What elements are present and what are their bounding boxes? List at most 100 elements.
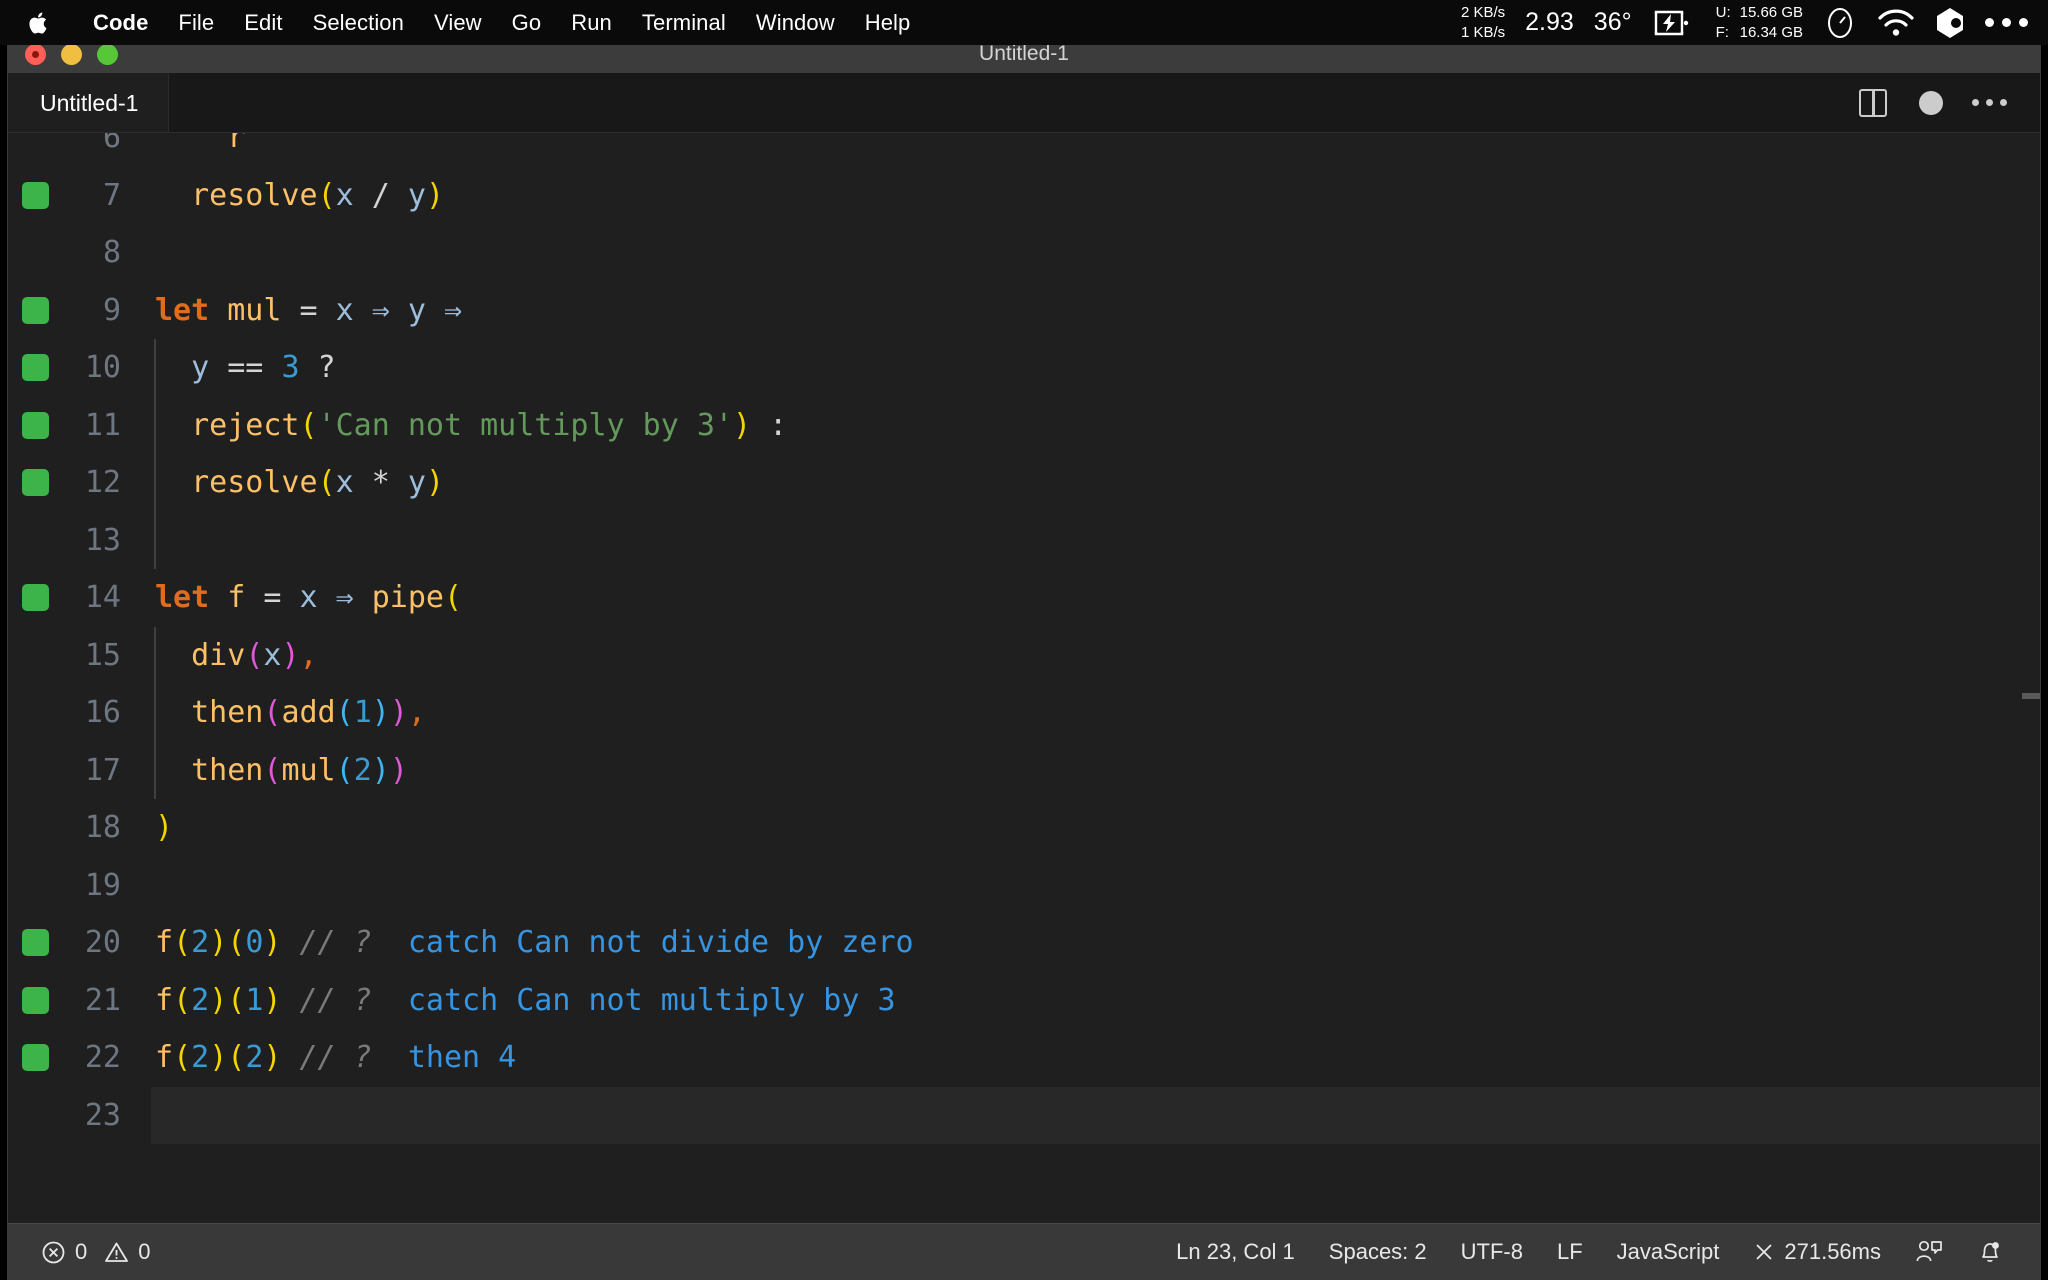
code-line[interactable]: 13 [8, 511, 2040, 569]
temperature-indicator[interactable]: 36° [1594, 8, 1632, 37]
battery-charging-icon[interactable] [1652, 10, 1696, 36]
code-line[interactable]: 22 f(2)(2) // ? then 4 [8, 1029, 2040, 1087]
code-line[interactable]: 12 resolve(x * y) [8, 454, 2040, 512]
code-line[interactable]: 23 [8, 1086, 2040, 1144]
runtime-status[interactable]: 271.56ms [1736, 1239, 1898, 1265]
notifications-status[interactable] [1960, 1239, 2020, 1265]
code-line-content[interactable]: then(mul(2)) [151, 741, 2040, 799]
code-line-content[interactable]: y == 3 ? [151, 339, 2040, 397]
menu-view[interactable]: View [419, 10, 497, 36]
code-line[interactable]: 7 resolve(x / y) [8, 167, 2040, 225]
menu-file[interactable]: File [163, 10, 229, 36]
gutter-breakpoint-marker[interactable] [22, 469, 49, 497]
code-line-content[interactable] [151, 224, 2040, 282]
editor-vertical-scrollbar[interactable] [2022, 693, 2040, 699]
more-actions-button[interactable] [1960, 74, 2018, 132]
more-dots-icon[interactable] [1985, 18, 2028, 27]
minimize-window-button[interactable] [61, 43, 82, 65]
code-line[interactable]: 16 then(add(1)), [8, 684, 2040, 742]
code-line[interactable]: 11 reject('Can not multiply by 3') : [8, 396, 2040, 454]
close-window-button[interactable] [25, 43, 46, 65]
code-tokens: div(x), [155, 638, 317, 673]
gutter-breakpoint-marker[interactable] [22, 181, 49, 209]
memory-usage-indicator[interactable]: U: F: 15.66 GB 16.34 GB [1716, 3, 1803, 41]
code-line-content[interactable]: let f = x ⇒ pipe( [151, 569, 2040, 627]
code-line-content[interactable]: div(x), [151, 626, 2040, 684]
code-token: 2 [191, 982, 210, 1018]
apple-logo-icon[interactable] [26, 8, 52, 38]
record-button[interactable] [1902, 74, 1960, 132]
clock-icon[interactable] [1823, 6, 1857, 40]
eol-status[interactable]: LF [1540, 1239, 1600, 1265]
wifi-icon[interactable] [1877, 8, 1915, 38]
status-bar: 0 0 Ln 23, Col 1 Spaces: 2 UTF-8 LF Java… [8, 1223, 2040, 1280]
window-title: Untitled-1 [979, 42, 1069, 65]
code-line[interactable]: 9 let mul = x ⇒ y ⇒ [8, 282, 2040, 340]
code-line-content[interactable]: reject('Can not multiply by 3') : [151, 396, 2040, 454]
menu-selection[interactable]: Selection [298, 10, 419, 36]
code-line[interactable]: 14 let f = x ⇒ pipe( [8, 569, 2040, 627]
menu-help[interactable]: Help [850, 10, 926, 36]
gutter-breakpoint-marker[interactable] [22, 1044, 49, 1072]
bell-dot-icon [1977, 1239, 2003, 1265]
split-editor-button[interactable] [1844, 74, 1902, 132]
code-line-content[interactable]: f(2)(1) // ? catch Can not multiply by 3 [151, 972, 2040, 1030]
code-line[interactable]: 10 y == 3 ? [8, 339, 2040, 397]
gutter-breakpoint-marker[interactable] [22, 986, 49, 1014]
code-line[interactable]: 15 div(x), [8, 626, 2040, 684]
gutter-breakpoint-marker[interactable] [22, 929, 49, 957]
code-line-content[interactable]: f(2)(2) // ? then 4 [151, 1029, 2040, 1087]
menu-code[interactable]: Code [78, 10, 163, 36]
status-bar-left: 0 0 [8, 1239, 168, 1265]
code-token: ) [209, 1040, 228, 1076]
cpu-load-indicator[interactable]: 2.93 [1525, 8, 1574, 37]
code-token: reject [191, 407, 300, 443]
code-line-content[interactable]: ) [151, 799, 2040, 857]
code-line[interactable]: 18) [8, 799, 2040, 857]
network-speed-indicator[interactable]: 2 KB/s 1 KB/s [1461, 3, 1505, 41]
code-tokens: f(2)(1) // ? catch Can not multiply by 3 [155, 983, 896, 1018]
code-line-content[interactable]: f(2)(0) // ? catch Can not divide by zer… [151, 914, 2040, 972]
control-center-icon[interactable] [1935, 7, 1965, 39]
tab-untitled-1[interactable]: Untitled-1 [8, 73, 170, 132]
menu-terminal[interactable]: Terminal [627, 10, 741, 36]
code-line-content[interactable]: r [151, 133, 2040, 167]
encoding-status[interactable]: UTF-8 [1444, 1239, 1540, 1265]
more-actions-icon [1971, 99, 2007, 106]
traffic-light-buttons [8, 43, 118, 65]
code-token: let [155, 292, 210, 328]
gutter-breakpoint-marker[interactable] [22, 584, 49, 612]
code-line-content[interactable]: resolve(x / y) [151, 167, 2040, 225]
gutter-breakpoint-marker[interactable] [22, 296, 49, 324]
code-line-content[interactable] [151, 857, 2040, 915]
code-token: : [751, 407, 788, 443]
remote-account-status[interactable] [1898, 1239, 1960, 1265]
code-line-content[interactable] [151, 1086, 2040, 1144]
code-line[interactable]: 8 [8, 224, 2040, 282]
indentation-status[interactable]: Spaces: 2 [1312, 1239, 1444, 1265]
code-line-content[interactable]: resolve(x * y) [151, 454, 2040, 512]
gutter-breakpoint-marker[interactable] [22, 354, 49, 382]
zoom-window-button[interactable] [97, 43, 118, 65]
code-token: ( [263, 752, 282, 788]
code-line-content[interactable]: let mul = x ⇒ y ⇒ [151, 282, 2040, 340]
code-line-content[interactable]: then(add(1)), [151, 684, 2040, 742]
code-line[interactable]: 21 f(2)(1) // ? catch Can not multiply by… [8, 972, 2040, 1030]
code-editor[interactable]: 6 r7 resolve(x / y) 8 9 let mul = x ⇒ y ⇒ 10… [8, 133, 2040, 1223]
code-token: * [371, 465, 390, 501]
code-line-content[interactable] [151, 511, 2040, 569]
gutter-breakpoint-marker[interactable] [22, 411, 49, 439]
menu-run[interactable]: Run [556, 10, 627, 36]
code-line[interactable]: 20 f(2)(0) // ? catch Can not divide by z… [8, 914, 2040, 972]
problems-status-item[interactable]: 0 0 [24, 1239, 168, 1265]
code-line[interactable]: 6 r [8, 133, 2040, 167]
code-line[interactable]: 19 [8, 857, 2040, 915]
menu-go[interactable]: Go [497, 10, 557, 36]
cursor-position-status[interactable]: Ln 23, Col 1 [1159, 1239, 1312, 1265]
language-mode-status[interactable]: JavaScript [1600, 1239, 1737, 1265]
code-line[interactable]: 17 then(mul(2)) [8, 741, 2040, 799]
menu-edit[interactable]: Edit [229, 10, 297, 36]
menu-window[interactable]: Window [741, 10, 850, 36]
